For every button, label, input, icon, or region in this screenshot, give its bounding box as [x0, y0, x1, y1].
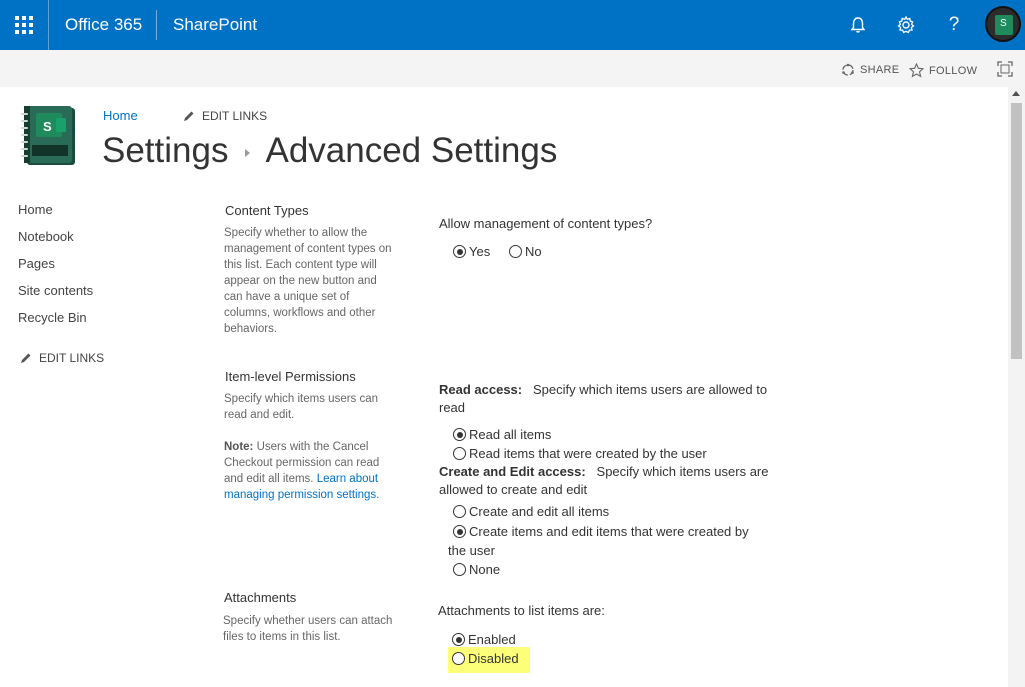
read-all-items-label: Read all items: [469, 427, 552, 442]
edit-links-top-button[interactable]: EDIT LINKS: [183, 109, 267, 123]
nav-item-site-contents[interactable]: Site contents: [18, 283, 93, 310]
page-title-current: Advanced Settings: [265, 131, 558, 170]
read-all-items-radio[interactable]: Read all items: [453, 427, 551, 442]
page-title-settings[interactable]: Settings: [102, 131, 228, 171]
radio-unchecked-icon[interactable]: [453, 505, 466, 518]
read-own-items-radio[interactable]: Read items that were created by the user: [453, 446, 707, 461]
edit-links-left-label: EDIT LINKS: [39, 351, 105, 365]
edit-own-items-radio[interactable]: Create items and edit items that were cr…: [453, 524, 749, 539]
app-launcher-icon: [15, 16, 33, 34]
app-launcher-button[interactable]: [0, 0, 49, 50]
edit-links-top-label: EDIT LINKS: [202, 109, 268, 123]
app-title[interactable]: SharePoint: [173, 15, 257, 35]
share-icon: [842, 63, 854, 76]
site-logo[interactable]: S: [18, 105, 78, 167]
edit-own-items-label: Create items and edit items that were cr…: [469, 524, 749, 539]
edit-none-label: None: [469, 562, 501, 577]
content-types-question: Allow management of content types?: [439, 216, 653, 231]
vertical-scrollbar[interactable]: [1008, 87, 1025, 687]
read-access-field: Read access: Specify which items users a…: [439, 381, 769, 416]
content-types-no-label: No: [525, 244, 542, 259]
brand-title[interactable]: Office 365: [65, 15, 142, 35]
radio-checked-icon[interactable]: [452, 633, 465, 646]
breadcrumb-home-link[interactable]: Home: [103, 108, 138, 123]
content-types-description: Specify whether to allow the management …: [224, 227, 392, 335]
pencil-icon: [184, 111, 194, 121]
edit-all-items-label: Create and edit all items: [469, 504, 610, 519]
attachments-disabled-label: Disabled: [468, 651, 519, 666]
svg-text:S: S: [43, 119, 52, 134]
attachments-enabled-label: Enabled: [468, 632, 516, 647]
scrollbar-thumb[interactable]: [1011, 103, 1022, 359]
item-permissions-title: Item-level Permissions: [225, 369, 356, 384]
content-types-yes-label: Yes: [469, 244, 491, 259]
scroll-up-arrow-icon[interactable]: [1012, 91, 1020, 96]
read-own-items-label: Read items that were created by the user: [469, 446, 707, 461]
help-icon[interactable]: ?: [941, 12, 967, 38]
focus-mode-button[interactable]: [997, 61, 1018, 77]
follow-button[interactable]: FOLLOW: [909, 63, 977, 78]
avatar[interactable]: [985, 6, 1021, 42]
notifications-button[interactable]: [845, 12, 871, 38]
radio-checked-icon[interactable]: [453, 525, 466, 538]
attachments-disabled-radio[interactable]: Disabled: [452, 651, 519, 666]
nav-item-notebook[interactable]: Notebook: [18, 229, 93, 256]
follow-label: FOLLOW: [929, 64, 978, 77]
content-types-yes-radio[interactable]: Yes: [453, 244, 490, 259]
radio-unchecked-icon[interactable]: [452, 652, 465, 665]
suite-bar: Office 365 SharePoint ?: [0, 0, 1025, 50]
read-access-label: Read access:: [439, 382, 523, 397]
gear-icon: [897, 15, 915, 34]
edit-all-items-radio[interactable]: Create and edit all items: [453, 504, 609, 519]
pencil-icon: [21, 353, 31, 363]
radio-unchecked-icon[interactable]: [453, 563, 466, 576]
radio-unchecked-icon[interactable]: [509, 245, 522, 258]
attachments-title: Attachments: [224, 590, 297, 605]
edit-access-field: Create and Edit access: Specify which it…: [439, 463, 769, 498]
content-types-no-radio[interactable]: No: [509, 244, 542, 259]
share-button[interactable]: SHARE: [841, 63, 899, 77]
star-icon: [909, 63, 924, 78]
nav-item-recycle-bin[interactable]: Recycle Bin: [18, 310, 93, 337]
edit-links-left-button[interactable]: EDIT LINKS: [20, 351, 104, 365]
quick-launch: Home Notebook Pages Site contents Recycl…: [18, 202, 93, 337]
brand-divider: [156, 10, 157, 40]
item-permissions-note: Note: Users with the Cancel Checkout per…: [224, 439, 392, 503]
content-types-title: Content Types: [225, 203, 309, 218]
sharepoint-diary-logo-icon: S: [21, 106, 75, 165]
radio-unchecked-icon[interactable]: [453, 447, 466, 460]
nav-item-pages[interactable]: Pages: [18, 256, 93, 283]
breadcrumb-separator-icon: [245, 149, 251, 157]
attachments-question: Attachments to list items are:: [438, 603, 605, 618]
page-title: Settings Advanced Settings: [102, 131, 557, 171]
nav-item-home[interactable]: Home: [18, 202, 93, 229]
edit-access-label: Create and Edit access:: [439, 464, 586, 479]
command-bar: SHARE FOLLOW: [0, 50, 1025, 87]
radio-checked-icon[interactable]: [453, 245, 466, 258]
edit-none-radio[interactable]: None: [453, 562, 500, 577]
attachments-description: Specify whether users can attach files t…: [223, 615, 393, 643]
edit-own-items-label-wrap: the user: [448, 543, 495, 558]
radio-checked-icon[interactable]: [453, 428, 466, 441]
attachments-enabled-radio[interactable]: Enabled: [452, 632, 516, 647]
bell-icon: [850, 17, 866, 33]
item-permissions-description: Specify which items users can read and e…: [224, 393, 379, 421]
note-label: Note:: [224, 441, 254, 453]
settings-button[interactable]: [893, 12, 919, 38]
share-label: SHARE: [860, 64, 900, 76]
focus-icon: [997, 61, 1013, 77]
